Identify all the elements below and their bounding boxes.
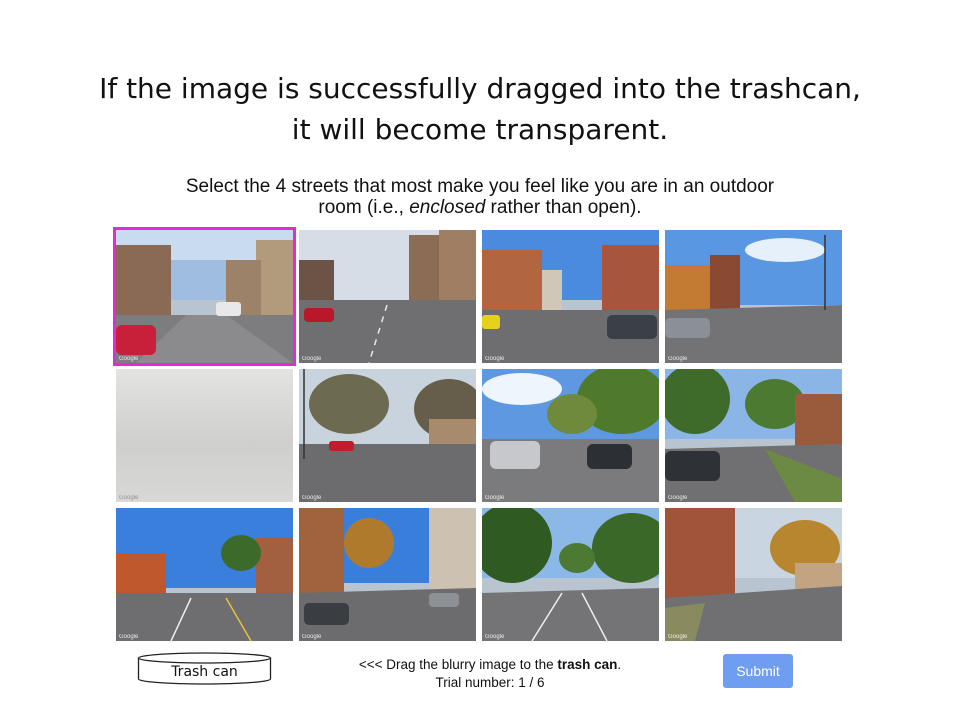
street-image-tile-10[interactable]: Google bbox=[299, 508, 476, 641]
image-credit: Google bbox=[302, 634, 322, 640]
street-image-tile-1[interactable]: Google bbox=[113, 227, 296, 366]
street-image-tile-9[interactable]: Google bbox=[116, 508, 293, 641]
street-image-tile-3[interactable]: Google bbox=[482, 230, 659, 363]
image-credit: Google bbox=[119, 634, 139, 640]
street-image bbox=[665, 508, 842, 641]
headline-line-2: it will become transparent. bbox=[291, 113, 669, 146]
hint-bold-text: trash can bbox=[557, 657, 618, 672]
image-credit: Google bbox=[485, 495, 505, 501]
image-credit: Google bbox=[119, 495, 139, 501]
submit-button[interactable]: Submit bbox=[723, 654, 793, 688]
trial-label: Trial number: bbox=[435, 675, 519, 690]
street-image bbox=[665, 369, 842, 502]
image-credit: Google bbox=[668, 356, 688, 362]
image-credit: Google bbox=[302, 495, 322, 501]
street-image-tile-2[interactable]: Google bbox=[299, 230, 476, 363]
street-image bbox=[482, 508, 659, 641]
street-image bbox=[299, 369, 476, 502]
street-image-tile-4[interactable]: Google bbox=[665, 230, 842, 363]
hint-punct: . bbox=[617, 657, 622, 672]
image-credit: Google bbox=[668, 495, 688, 501]
street-image-tile-5-blurry[interactable]: Google bbox=[116, 369, 293, 502]
task-instructions: Select the 4 streets that most make you … bbox=[0, 176, 960, 218]
trash-can-label: Trash can bbox=[171, 664, 238, 680]
street-image bbox=[299, 230, 476, 363]
street-image-grid: Google Google Google Google Google Googl… bbox=[113, 227, 842, 641]
instructions-emphasis: enclosed bbox=[409, 197, 486, 218]
street-image bbox=[299, 508, 476, 641]
street-image-tile-12[interactable]: Google bbox=[665, 508, 842, 641]
instructions-line-2-start: room (i.e., bbox=[318, 197, 410, 218]
street-image bbox=[482, 369, 659, 502]
headline-line-1: If the image is successfully dragged int… bbox=[99, 72, 861, 105]
image-credit: Google bbox=[485, 634, 505, 640]
image-credit: Google bbox=[302, 356, 322, 362]
trash-can-drop-target[interactable]: Trash can bbox=[137, 652, 272, 686]
street-image bbox=[482, 230, 659, 363]
street-image bbox=[665, 230, 842, 363]
drag-hint: <<< Drag the blurry image to the trash c… bbox=[330, 656, 650, 692]
image-credit: Google bbox=[668, 634, 688, 640]
image-credit: Google bbox=[119, 356, 139, 362]
hint-text: <<< Drag the blurry image to the bbox=[358, 657, 558, 672]
instructions-line-2-end: rather than open). bbox=[485, 197, 642, 218]
image-credit: Google bbox=[485, 356, 505, 362]
street-image-tile-11[interactable]: Google bbox=[482, 508, 659, 641]
street-image bbox=[116, 508, 293, 641]
street-image-tile-6[interactable]: Google bbox=[299, 369, 476, 502]
instructions-line-1: Select the 4 streets that most make you … bbox=[185, 176, 775, 197]
street-image-tile-7[interactable]: Google bbox=[482, 369, 659, 502]
trial-number: 1 / 6 bbox=[518, 675, 545, 690]
street-image-tile-8[interactable]: Google bbox=[665, 369, 842, 502]
street-image bbox=[116, 230, 293, 363]
headline: If the image is successfully dragged int… bbox=[0, 68, 960, 150]
